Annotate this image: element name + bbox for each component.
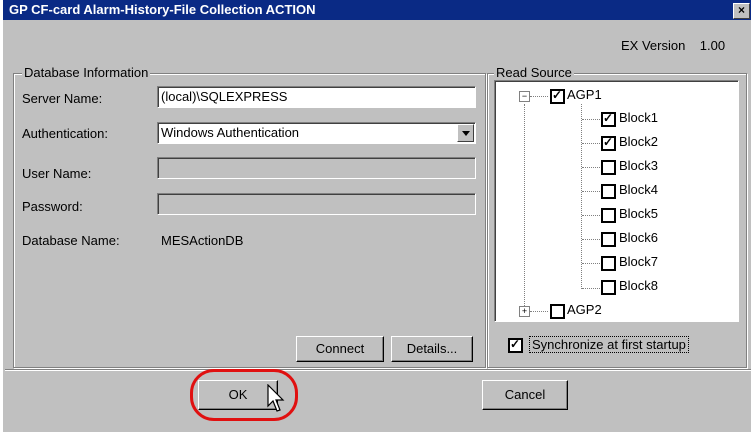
block4-checkbox[interactable]	[601, 184, 616, 199]
tree-line-agp2	[530, 311, 548, 312]
tree-item-agp1[interactable]: AGP1	[567, 87, 602, 103]
tree-line-blocks	[581, 104, 582, 289]
tree-item-block3[interactable]: Block3	[619, 158, 658, 174]
tree-line-block	[582, 167, 600, 168]
database-info-group: Database Information	[13, 65, 486, 368]
mouse-cursor-icon	[267, 384, 285, 412]
server-name-input[interactable]: (local)\SQLEXPRESS	[157, 86, 476, 108]
password-input[interactable]	[157, 193, 476, 215]
authentication-value: Windows Authentication	[161, 125, 300, 140]
synchronize-checkbox[interactable]	[508, 337, 523, 353]
tree-line-block	[582, 263, 600, 264]
block2-checkbox[interactable]	[601, 135, 616, 151]
footer-separator	[5, 369, 751, 371]
tree-item-block5[interactable]: Block5	[619, 206, 658, 222]
title-bar[interactable]: GP CF-card Alarm-History-File Collection…	[3, 0, 751, 20]
close-icon: ×	[737, 3, 745, 17]
tree-item-block2[interactable]: Block2	[619, 134, 658, 150]
database-name-label: Database Name:	[22, 233, 120, 248]
version-label: EX Version	[621, 38, 686, 53]
tree-item-block4[interactable]: Block4	[619, 182, 658, 198]
user-name-input[interactable]	[157, 157, 476, 179]
tree-item-block8[interactable]: Block8	[619, 278, 658, 294]
agp1-checkbox[interactable]	[550, 88, 565, 104]
agp2-checkbox[interactable]	[550, 304, 565, 319]
database-name-value: MESActionDB	[161, 233, 244, 248]
tree-item-block6[interactable]: Block6	[619, 230, 658, 246]
details-button[interactable]: Details...	[391, 336, 473, 362]
read-source-legend: Read Source	[494, 65, 574, 80]
tree-line-block	[582, 215, 600, 216]
tree-line-block	[582, 143, 600, 144]
block5-checkbox[interactable]	[601, 208, 616, 223]
tree-line-root	[524, 104, 525, 312]
authentication-select[interactable]: Windows Authentication	[157, 122, 476, 144]
password-label: Password:	[22, 199, 83, 214]
tree-line-block	[582, 119, 600, 120]
window-title: GP CF-card Alarm-History-File Collection…	[9, 2, 316, 17]
block8-checkbox[interactable]	[601, 280, 616, 295]
tree-item-block1[interactable]: Block1	[619, 110, 658, 126]
tree-item-agp2[interactable]: AGP2	[567, 302, 602, 318]
tree-item-block7[interactable]: Block7	[619, 254, 658, 270]
close-button[interactable]: ×	[733, 3, 750, 19]
version-number: 1.00	[699, 38, 726, 53]
block6-checkbox[interactable]	[601, 232, 616, 247]
chevron-down-icon[interactable]	[457, 124, 474, 142]
block7-checkbox[interactable]	[601, 256, 616, 271]
user-name-label: User Name:	[22, 166, 92, 181]
connect-button[interactable]: Connect	[296, 336, 384, 362]
tree-line-block	[582, 239, 600, 240]
block1-checkbox[interactable]	[601, 111, 616, 127]
read-source-tree[interactable]: − AGP1 Block1 Block2 Block3 Block4 Block…	[494, 80, 739, 322]
database-info-legend: Database Information	[22, 65, 151, 80]
cancel-button[interactable]: Cancel	[482, 380, 568, 410]
authentication-label: Authentication:	[22, 126, 109, 141]
version-info: EX Version 1.00	[621, 38, 725, 53]
tree-line-agp1	[530, 96, 548, 97]
tree-line-block	[582, 288, 600, 289]
dialog-window: GP CF-card Alarm-History-File Collection…	[2, 0, 751, 432]
synchronize-label[interactable]: Synchronize at first startup	[529, 336, 689, 353]
block3-checkbox[interactable]	[601, 160, 616, 175]
server-name-label: Server Name:	[22, 91, 103, 106]
expand-icon[interactable]: +	[519, 306, 530, 317]
collapse-icon[interactable]: −	[519, 91, 530, 102]
tree-line-block	[582, 191, 600, 192]
